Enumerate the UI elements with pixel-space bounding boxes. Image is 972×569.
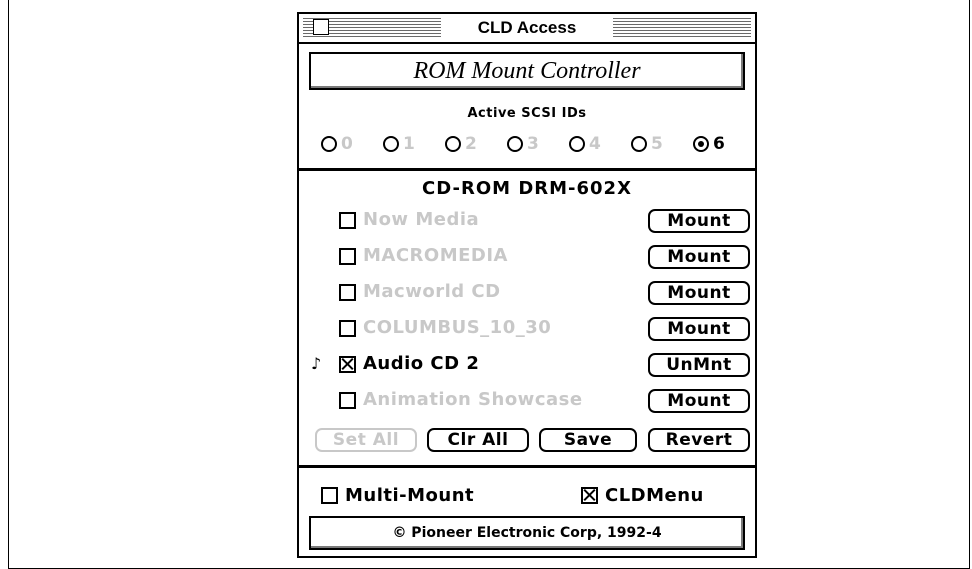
scsi-radio-1[interactable]: 1 xyxy=(383,132,415,156)
multi-mount-checkbox[interactable] xyxy=(321,486,338,504)
volume-checkbox[interactable] xyxy=(339,248,356,265)
scsi-id-label: 2 xyxy=(465,134,477,154)
volume-name: Audio CD 2 xyxy=(363,353,480,374)
set-all-button[interactable]: Set All xyxy=(315,428,417,452)
scsi-radio-0[interactable]: 0 xyxy=(321,132,353,156)
cld-menu-checkbox-checked[interactable] xyxy=(581,486,598,504)
volume-name: COLUMBUS_10_30 xyxy=(363,317,552,338)
mount-button[interactable]: Mount xyxy=(648,317,750,341)
radio-circle xyxy=(321,136,337,152)
scsi-id-label: 0 xyxy=(341,134,353,154)
scsi-id-label: 1 xyxy=(403,134,415,154)
volume-checkbox[interactable] xyxy=(339,212,356,229)
volume-checkbox[interactable] xyxy=(339,284,356,301)
scsi-id-label: 4 xyxy=(589,134,601,154)
scsi-id-label: 6 xyxy=(713,134,725,154)
volume-row: Macworld CD Mount xyxy=(299,278,755,308)
close-box[interactable] xyxy=(313,19,329,35)
scsi-radio-6[interactable]: 6 xyxy=(693,132,725,156)
radio-circle xyxy=(507,136,523,152)
radio-circle xyxy=(631,136,647,152)
volume-checkbox-checked[interactable] xyxy=(339,356,356,373)
music-note-icon: ♪ xyxy=(311,354,322,373)
scsi-radio-5[interactable]: 5 xyxy=(631,132,663,156)
scsi-radio-4[interactable]: 4 xyxy=(569,132,601,156)
rom-mount-controller-button[interactable]: ROM Mount Controller xyxy=(309,52,745,90)
save-button[interactable]: Save xyxy=(539,428,637,452)
scsi-id-radio-group: 0 1 2 3 4 5 6 xyxy=(321,132,751,158)
volume-name: Now Media xyxy=(363,209,480,230)
clear-all-button[interactable]: Clr All xyxy=(427,428,529,452)
volume-checkbox[interactable] xyxy=(339,392,356,409)
revert-button[interactable]: Revert xyxy=(648,428,750,452)
volume-name: Animation Showcase xyxy=(363,389,583,410)
divider xyxy=(299,465,755,468)
window-title: CLD Access xyxy=(441,17,613,39)
cld-menu-option[interactable]: CLDMenu xyxy=(581,482,704,508)
volume-name: MACROMEDIA xyxy=(363,245,508,266)
mount-button[interactable]: Mount xyxy=(648,245,750,269)
mount-button[interactable]: Mount xyxy=(648,281,750,305)
radio-circle xyxy=(569,136,585,152)
radio-circle xyxy=(383,136,399,152)
scsi-radio-2[interactable]: 2 xyxy=(445,132,477,156)
volume-row: Now Media Mount xyxy=(299,206,755,236)
radio-circle-selected xyxy=(693,136,709,152)
title-bar[interactable]: CLD Access xyxy=(299,14,755,44)
scsi-ids-label: Active SCSI IDs xyxy=(467,106,587,121)
radio-circle xyxy=(445,136,461,152)
copyright-button[interactable]: © Pioneer Electronic Corp, 1992-4 xyxy=(309,516,745,550)
volume-row: MACROMEDIA Mount xyxy=(299,242,755,272)
mount-button[interactable]: Mount xyxy=(648,389,750,413)
volume-row: Animation Showcase Mount xyxy=(299,386,755,416)
scsi-radio-3[interactable]: 3 xyxy=(507,132,539,156)
volume-row-audio-cd: ♪ Audio CD 2 UnMnt xyxy=(299,350,755,380)
device-name: CD-ROM DRM-602X xyxy=(422,178,632,199)
multi-mount-label: Multi-Mount xyxy=(345,484,475,506)
scsi-id-label: 3 xyxy=(527,134,539,154)
volume-checkbox[interactable] xyxy=(339,320,356,337)
mount-button[interactable]: Mount xyxy=(648,209,750,233)
cld-access-window: CLD Access ROM Mount Controller Active S… xyxy=(297,12,757,558)
volume-row: COLUMBUS_10_30 Mount xyxy=(299,314,755,344)
cld-menu-label: CLDMenu xyxy=(605,484,704,506)
scsi-id-label: 5 xyxy=(651,134,663,154)
unmount-button[interactable]: UnMnt xyxy=(648,353,750,377)
divider xyxy=(299,168,755,171)
multi-mount-option[interactable]: Multi-Mount xyxy=(321,482,474,508)
volume-name: Macworld CD xyxy=(363,281,501,302)
